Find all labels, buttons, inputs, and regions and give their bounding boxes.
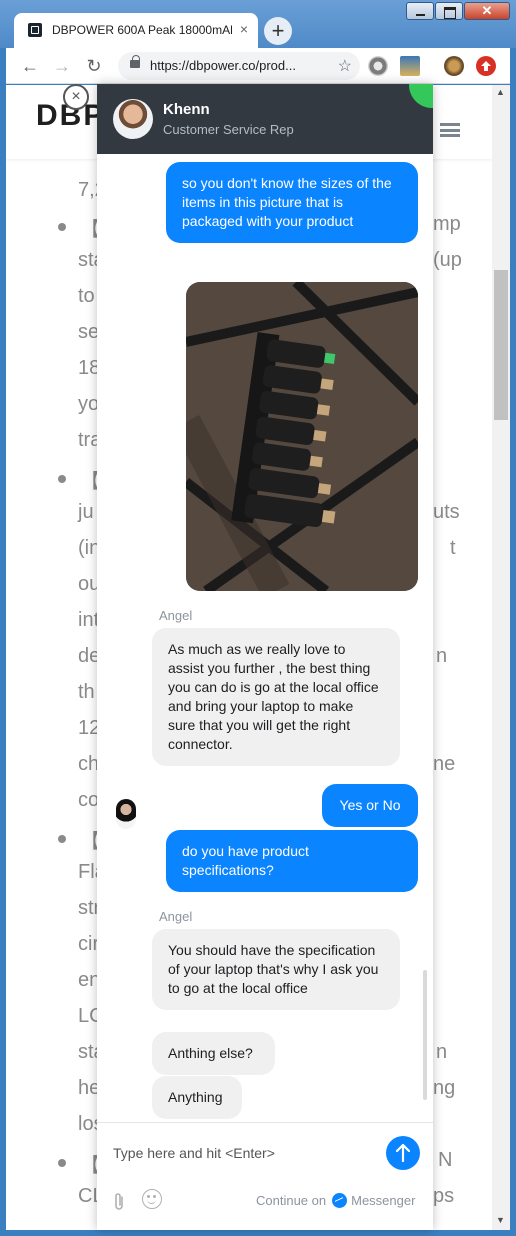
- bookmark-star-icon[interactable]: ☆: [338, 56, 352, 76]
- browser-window: DBPOWER 600A Peak 18000mAh × + ✕ ← → ↻ h…: [0, 0, 516, 1236]
- profile-avatar-icon[interactable]: [444, 56, 464, 76]
- message-scrollbar[interactable]: [423, 970, 427, 1100]
- upload-extension-icon[interactable]: [476, 56, 496, 76]
- chat-widget: Khenn Customer Service Rep so you don't …: [97, 84, 433, 1230]
- menu-icon[interactable]: [440, 123, 460, 137]
- settings-gear-extension-icon[interactable]: [368, 56, 388, 76]
- text-fragment: n: [436, 645, 448, 667]
- window-controls: ✕: [406, 2, 510, 20]
- agent-avatar: [113, 99, 153, 139]
- close-chat-button[interactable]: ×: [63, 84, 89, 110]
- incoming-message: You should have the specification of you…: [152, 929, 400, 1010]
- message-input[interactable]: [113, 1143, 373, 1163]
- messenger-icon: [332, 1193, 348, 1208]
- scrollbar-thumb[interactable]: [494, 270, 508, 420]
- outgoing-message: Yes or No: [322, 784, 418, 827]
- scroll-up-arrow-icon[interactable]: ▲: [496, 87, 505, 97]
- text-line: se: [78, 321, 100, 343]
- image-extension-icon[interactable]: [400, 56, 420, 76]
- reload-button[interactable]: ↻: [82, 54, 106, 78]
- text-line: to: [78, 285, 95, 307]
- text-line: th: [78, 681, 95, 703]
- text-fragment: (up: [433, 249, 462, 271]
- arrow-up-icon: [395, 1143, 411, 1163]
- bullet: [58, 1159, 66, 1167]
- text-line: cir: [78, 933, 100, 955]
- tab-close-icon[interactable]: ×: [240, 21, 248, 37]
- page-scrollbar[interactable]: ▲ ▼: [492, 85, 510, 1230]
- back-button[interactable]: ←: [18, 54, 42, 78]
- text-fragment: ne: [433, 753, 456, 775]
- lock-icon: [130, 55, 140, 68]
- text-line: co: [78, 789, 100, 811]
- forward-button[interactable]: →: [50, 54, 74, 78]
- agent-role: Customer Service Rep: [163, 122, 294, 137]
- outgoing-message: do you have product specifications?: [166, 830, 418, 892]
- connector-photo[interactable]: [186, 282, 418, 591]
- send-button[interactable]: [386, 1136, 420, 1170]
- tab-title: DBPOWER 600A Peak 18000mAh: [52, 23, 232, 37]
- minimize-button[interactable]: [406, 2, 434, 20]
- text-fragment: mp: [433, 213, 461, 235]
- sender-avatar: [116, 799, 136, 829]
- text-fragment: t: [450, 537, 456, 559]
- maximize-button[interactable]: [435, 2, 463, 20]
- browser-tab[interactable]: DBPOWER 600A Peak 18000mAh ×: [14, 13, 258, 48]
- address-bar[interactable]: https://dbpower.co/prod... ☆: [118, 52, 360, 80]
- incoming-message: As much as we really love to assist you …: [152, 628, 400, 766]
- text-fragment: ps: [433, 1185, 455, 1207]
- agent-name: Khenn: [163, 101, 210, 118]
- text-line: ch: [78, 753, 100, 775]
- bullet: [58, 475, 66, 483]
- message-list: so you don't know the sizes of the items…: [97, 154, 433, 1122]
- bullet: [58, 835, 66, 843]
- incoming-message: Anything: [152, 1076, 242, 1119]
- message-composer: Continue on Messenger: [97, 1122, 433, 1230]
- favicon-icon: [28, 23, 42, 37]
- sender-name: Angel: [159, 608, 193, 623]
- text-fragment: n: [436, 1041, 448, 1063]
- text-line: ju: [78, 501, 94, 523]
- incoming-message: Anthing else?: [152, 1032, 275, 1075]
- text-fragment: N: [438, 1149, 453, 1171]
- bullet: [58, 223, 66, 231]
- url-text: https://dbpower.co/prod...: [150, 58, 296, 73]
- outgoing-message: so you don't know the sizes of the items…: [166, 162, 418, 243]
- chat-header: Khenn Customer Service Rep: [97, 84, 433, 154]
- continue-on-label: Continue on: [256, 1193, 327, 1208]
- title-bar: DBPOWER 600A Peak 18000mAh × + ✕: [0, 0, 516, 48]
- sender-name: Angel: [159, 909, 193, 924]
- online-status-indicator: [409, 84, 433, 108]
- new-tab-button[interactable]: +: [264, 17, 292, 45]
- scroll-down-arrow-icon[interactable]: ▼: [496, 1215, 505, 1225]
- emoji-icon[interactable]: [142, 1189, 162, 1209]
- text-line: yo: [78, 393, 100, 415]
- messenger-label: Messenger: [351, 1193, 416, 1208]
- text-line: int: [78, 609, 100, 631]
- text-fragment: ng: [433, 1077, 456, 1099]
- text-fragment: uts: [433, 501, 460, 523]
- window-close-button[interactable]: ✕: [464, 2, 510, 20]
- paperclip-icon[interactable]: [111, 1191, 127, 1213]
- continue-on-messenger-link[interactable]: Continue on Messenger: [256, 1193, 415, 1208]
- browser-toolbar: ← → ↻ https://dbpower.co/prod... ☆: [6, 48, 510, 84]
